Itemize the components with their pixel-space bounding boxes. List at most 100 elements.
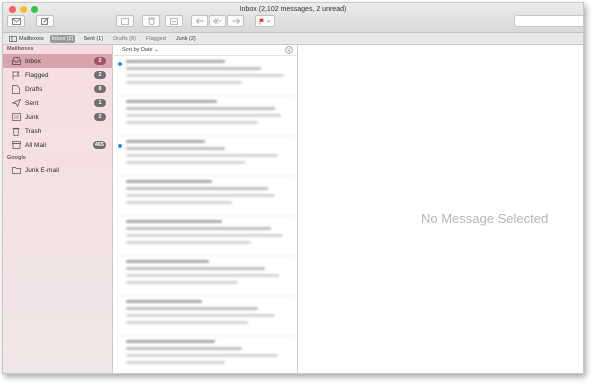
favorite-sent[interactable]: Sent (1) xyxy=(81,35,105,43)
favorite-mailboxes: Mailboxes xyxy=(19,35,44,42)
reply-button[interactable] xyxy=(191,15,208,27)
unread-dot xyxy=(118,144,122,148)
preview-placeholder xyxy=(126,314,275,317)
trash-icon xyxy=(148,17,154,25)
count-badge: 8 xyxy=(94,85,106,93)
message-row[interactable] xyxy=(114,216,297,256)
favorite-junk[interactable]: Junk (2) xyxy=(174,35,198,43)
trash-icon xyxy=(11,126,21,136)
mailboxes-toggle[interactable]: Mailboxes xyxy=(9,36,44,42)
archive-button[interactable] xyxy=(116,15,134,27)
sidebar-item-label: All Mail xyxy=(25,141,46,149)
sidebar-item-label: Junk E-mail xyxy=(25,166,59,174)
forward-button[interactable] xyxy=(227,15,244,27)
unread-dot xyxy=(118,62,122,66)
message-row[interactable] xyxy=(114,96,297,136)
flag-icon xyxy=(11,70,21,80)
message-row[interactable] xyxy=(114,56,297,96)
count-badge: 2 xyxy=(94,71,106,79)
sender-placeholder xyxy=(126,180,212,183)
preview-placeholder xyxy=(126,281,239,284)
drafts-icon xyxy=(11,84,21,94)
sidebar-section-google: Google xyxy=(7,155,26,161)
sidebar-item-label: Inbox xyxy=(25,57,41,65)
preview-placeholder xyxy=(126,121,258,124)
sender-placeholder xyxy=(126,60,225,63)
sidebar-item-label: Flagged xyxy=(25,71,49,79)
message-row[interactable] xyxy=(114,336,297,373)
compose-button[interactable] xyxy=(36,15,54,27)
filter-icon[interactable] xyxy=(285,46,293,56)
sender-placeholder xyxy=(126,260,209,263)
inbox-icon xyxy=(11,56,21,66)
favorite-drafts[interactable]: Drafts (8) xyxy=(111,35,138,43)
preview-placeholder xyxy=(126,354,278,357)
preview-placeholder xyxy=(126,274,280,277)
message-row[interactable] xyxy=(114,176,297,216)
favorites-bar: Mailboxes Inbox (2) Sent (1) Drafts (8) … xyxy=(3,33,583,45)
sort-label: Sort by Date ⌄ xyxy=(122,47,159,53)
sidebar-item-drafts[interactable]: Drafts 8 xyxy=(3,82,112,96)
flag-icon xyxy=(259,18,271,24)
sort-control[interactable]: Sort by Date ⌄ xyxy=(114,45,297,56)
preview-placeholder xyxy=(126,234,283,237)
reply-all-icon xyxy=(213,18,222,24)
sidebar-item-junk[interactable]: Junk 2 xyxy=(3,110,112,124)
preview-placeholder xyxy=(126,361,225,364)
sender-placeholder xyxy=(126,300,202,303)
message-viewer: No Message Selected xyxy=(299,45,583,373)
sent-icon xyxy=(11,98,21,108)
subject-placeholder xyxy=(126,67,262,70)
sidebar-item-flagged[interactable]: Flagged 2 xyxy=(3,68,112,82)
preview-placeholder xyxy=(126,154,278,157)
sidebar-section-mailboxes: Mailboxes xyxy=(7,46,34,52)
subject-placeholder xyxy=(126,307,258,310)
count-badge: 1 xyxy=(94,99,106,107)
sidebar-item-inbox[interactable]: Inbox 2 xyxy=(3,54,112,68)
archive-box-icon xyxy=(121,17,129,25)
forward-icon xyxy=(232,18,240,24)
sidebar-item-trash[interactable]: Trash xyxy=(3,124,112,138)
sidebar-item-sent[interactable]: Sent 1 xyxy=(3,96,112,110)
reply-icon xyxy=(195,18,203,24)
sidebar: Mailboxes Inbox 2 Flagged 2 Drafts 8 Sen… xyxy=(3,45,113,373)
sidebar-item-label: Junk xyxy=(25,113,39,121)
subject-placeholder xyxy=(126,147,225,150)
preview-placeholder xyxy=(126,241,252,244)
sidebar-item-junk-email[interactable]: Junk E-mail xyxy=(3,163,112,177)
message-rows xyxy=(114,56,297,373)
subject-placeholder xyxy=(126,347,242,350)
no-message-selected: No Message Selected xyxy=(421,211,549,226)
reply-all-button[interactable] xyxy=(209,15,226,27)
preview-placeholder xyxy=(126,114,282,117)
envelope-icon xyxy=(11,17,21,25)
preview-placeholder xyxy=(126,194,275,197)
favorite-inbox[interactable]: Inbox (2) xyxy=(49,34,76,43)
sidebar-item-label: Drafts xyxy=(25,85,43,93)
unread-badge: 2 xyxy=(94,57,106,65)
message-row[interactable] xyxy=(114,136,297,176)
message-row[interactable] xyxy=(114,296,297,336)
junk-button[interactable] xyxy=(165,15,183,27)
search-input[interactable] xyxy=(514,15,583,27)
delete-button[interactable] xyxy=(142,15,160,27)
message-row[interactable] xyxy=(114,256,297,296)
toolbar: Inbox (2,102 messages, 2 unread) xyxy=(3,3,583,33)
sidebar-item-all-mail[interactable]: All Mail 465 xyxy=(3,138,112,152)
preview-placeholder xyxy=(126,81,242,84)
subject-placeholder xyxy=(126,227,272,230)
flag-menu-button[interactable] xyxy=(255,15,275,27)
preview-placeholder xyxy=(126,321,249,324)
sidebar-item-label: Sent xyxy=(25,99,39,107)
sidebar-icon xyxy=(9,35,17,42)
message-list: Sort by Date ⌄ xyxy=(114,45,298,373)
sidebar-item-label: Trash xyxy=(25,127,42,135)
favorite-flagged[interactable]: Flagged xyxy=(144,35,168,43)
window-title: Inbox (2,102 messages, 2 unread) xyxy=(239,6,347,13)
get-mail-button[interactable] xyxy=(7,15,25,27)
junk-icon xyxy=(11,112,21,122)
junk-icon xyxy=(170,17,178,25)
compose-icon xyxy=(41,17,49,25)
sender-placeholder xyxy=(126,220,222,223)
count-badge: 2 xyxy=(94,113,106,121)
